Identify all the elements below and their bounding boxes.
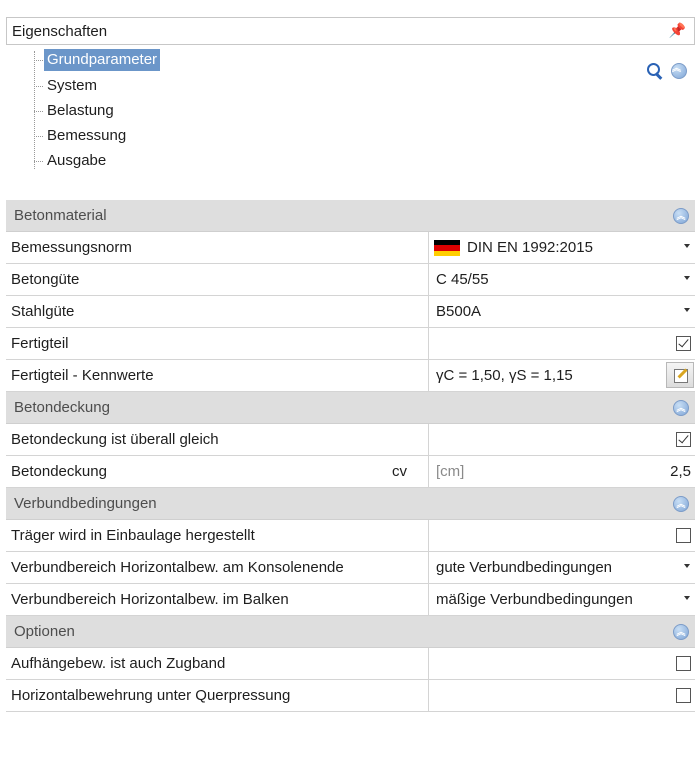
property-label: Träger wird in Einbaulage hergestellt <box>11 527 255 544</box>
bemessungsnorm-select[interactable]: DIN EN 1992:2015 <box>428 232 695 263</box>
property-label: Betongüte <box>11 271 80 288</box>
value-cell <box>428 648 695 679</box>
dropdown-arrow-icon[interactable] <box>684 564 690 568</box>
property-value: γC = 1,50, γS = 1,15 <box>436 367 573 384</box>
property-unit: [cm] <box>436 463 465 480</box>
row-zugband: Aufhängebew. ist auch Zugband <box>6 648 695 680</box>
dropdown-arrow-icon[interactable] <box>684 308 690 312</box>
property-grid: Betonmaterial ︽ Bemessungsnorm DIN EN 19… <box>6 200 695 712</box>
value-cell: γC = 1,50, γS = 1,15 <box>428 360 695 391</box>
section-title: Verbundbedingungen <box>14 495 157 512</box>
row-einbaulage: Träger wird in Einbaulage hergestellt <box>6 520 695 552</box>
dropdown-arrow-icon[interactable] <box>684 596 690 600</box>
row-konsolenende: Verbundbereich Horizontalbew. am Konsole… <box>6 552 695 584</box>
row-fertigteil: Fertigteil <box>6 328 695 360</box>
properties-title-bar: Eigenschaften 📌 <box>6 17 695 45</box>
betondeckung-input[interactable]: [cm] 2,5 <box>428 456 695 487</box>
row-balken: Verbundbereich Horizontalbew. im Balken … <box>6 584 695 616</box>
betonguete-select[interactable]: C 45/55 <box>428 264 695 295</box>
edit-kennwerte-button[interactable] <box>666 362 694 388</box>
search-icon[interactable] <box>646 62 664 80</box>
property-label: Fertigteil <box>11 335 69 352</box>
value-cell <box>428 520 695 551</box>
property-label: Stahlgüte <box>11 303 75 320</box>
einbaulage-checkbox[interactable] <box>676 528 691 543</box>
querpressung-checkbox[interactable] <box>676 688 691 703</box>
tree-item-grundparameter[interactable]: Grundparameter <box>33 49 161 71</box>
pin-icon[interactable]: 📌 <box>669 22 686 39</box>
konsolenende-select[interactable]: gute Verbundbedingungen <box>428 552 695 583</box>
collapse-icon[interactable]: ︽ <box>673 208 689 224</box>
value-cell <box>428 328 695 359</box>
row-kennwerte: Fertigteil - Kennwerte γC = 1,50, γS = 1… <box>6 360 695 392</box>
collapse-icon[interactable]: ︽ <box>673 496 689 512</box>
property-label: Fertigteil - Kennwerte <box>11 367 154 384</box>
collapse-icon[interactable]: ︽ <box>673 400 689 416</box>
section-title: Optionen <box>14 623 75 640</box>
property-label: Betondeckung ist überall gleich <box>11 431 219 448</box>
section-title: Betondeckung <box>14 399 110 416</box>
row-querpressung: Horizontalbewehrung unter Querpressung <box>6 680 695 712</box>
property-symbol: cv <box>392 463 407 480</box>
collapse-all-icon[interactable]: ︽ <box>671 63 687 80</box>
balken-select[interactable]: mäßige Verbundbedingungen <box>428 584 695 615</box>
tree-item-ausgabe[interactable]: Ausgabe <box>33 150 109 172</box>
zugband-checkbox[interactable] <box>676 656 691 671</box>
tree-line <box>34 51 35 169</box>
section-betondeckung[interactable]: Betondeckung ︽ <box>6 392 695 424</box>
property-label: Aufhängebew. ist auch Zugband <box>11 655 226 672</box>
property-value: B500A <box>436 303 482 320</box>
panel-title: Eigenschaften <box>12 23 108 40</box>
property-value: mäßige Verbundbedingungen <box>436 591 633 608</box>
row-betondeckung: Betondeckung cv [cm] 2,5 <box>6 456 695 488</box>
tree-item-system[interactable]: System <box>33 75 100 97</box>
dropdown-arrow-icon[interactable] <box>684 276 690 280</box>
section-optionen[interactable]: Optionen ︽ <box>6 616 695 648</box>
property-label: Verbundbereich Horizontalbew. im Balken <box>11 591 289 608</box>
row-bemessungsnorm: Bemessungsnorm DIN EN 1992:2015 <box>6 232 695 264</box>
property-value: gute Verbundbedingungen <box>436 559 613 576</box>
row-betonguete: Betongüte C 45/55 <box>6 264 695 296</box>
collapse-icon[interactable]: ︽ <box>673 624 689 640</box>
property-value: DIN EN 1992:2015 <box>467 239 593 256</box>
row-stahlguete: Stahlgüte B500A <box>6 296 695 328</box>
fertigteil-checkbox[interactable] <box>676 336 691 351</box>
value-cell <box>428 424 695 455</box>
tree-item-bemessung[interactable]: Bemessung <box>33 125 129 147</box>
section-betonmaterial[interactable]: Betonmaterial ︽ <box>6 200 695 232</box>
navigation-tree: Grundparameter System Belastung Bemessun… <box>0 45 697 195</box>
tree-item-belastung[interactable]: Belastung <box>34 100 117 122</box>
tree-toolbar: ︽ <box>646 62 687 80</box>
property-label: Verbundbereich Horizontalbew. am Konsole… <box>11 559 344 576</box>
property-label: Betondeckung <box>11 463 107 480</box>
value-cell <box>428 680 695 711</box>
deckung-gleich-checkbox[interactable] <box>676 432 691 447</box>
section-verbundbedingungen[interactable]: Verbundbedingungen ︽ <box>6 488 695 520</box>
property-value: 2,5 <box>670 463 691 480</box>
dropdown-arrow-icon[interactable] <box>684 244 690 248</box>
property-label: Horizontalbewehrung unter Querpressung <box>11 687 291 704</box>
section-title: Betonmaterial <box>14 207 107 224</box>
property-label: Bemessungsnorm <box>11 239 132 256</box>
stahlguete-select[interactable]: B500A <box>428 296 695 327</box>
germany-flag-icon <box>434 240 460 256</box>
property-value: C 45/55 <box>436 271 489 288</box>
row-deckung-gleich: Betondeckung ist überall gleich <box>6 424 695 456</box>
